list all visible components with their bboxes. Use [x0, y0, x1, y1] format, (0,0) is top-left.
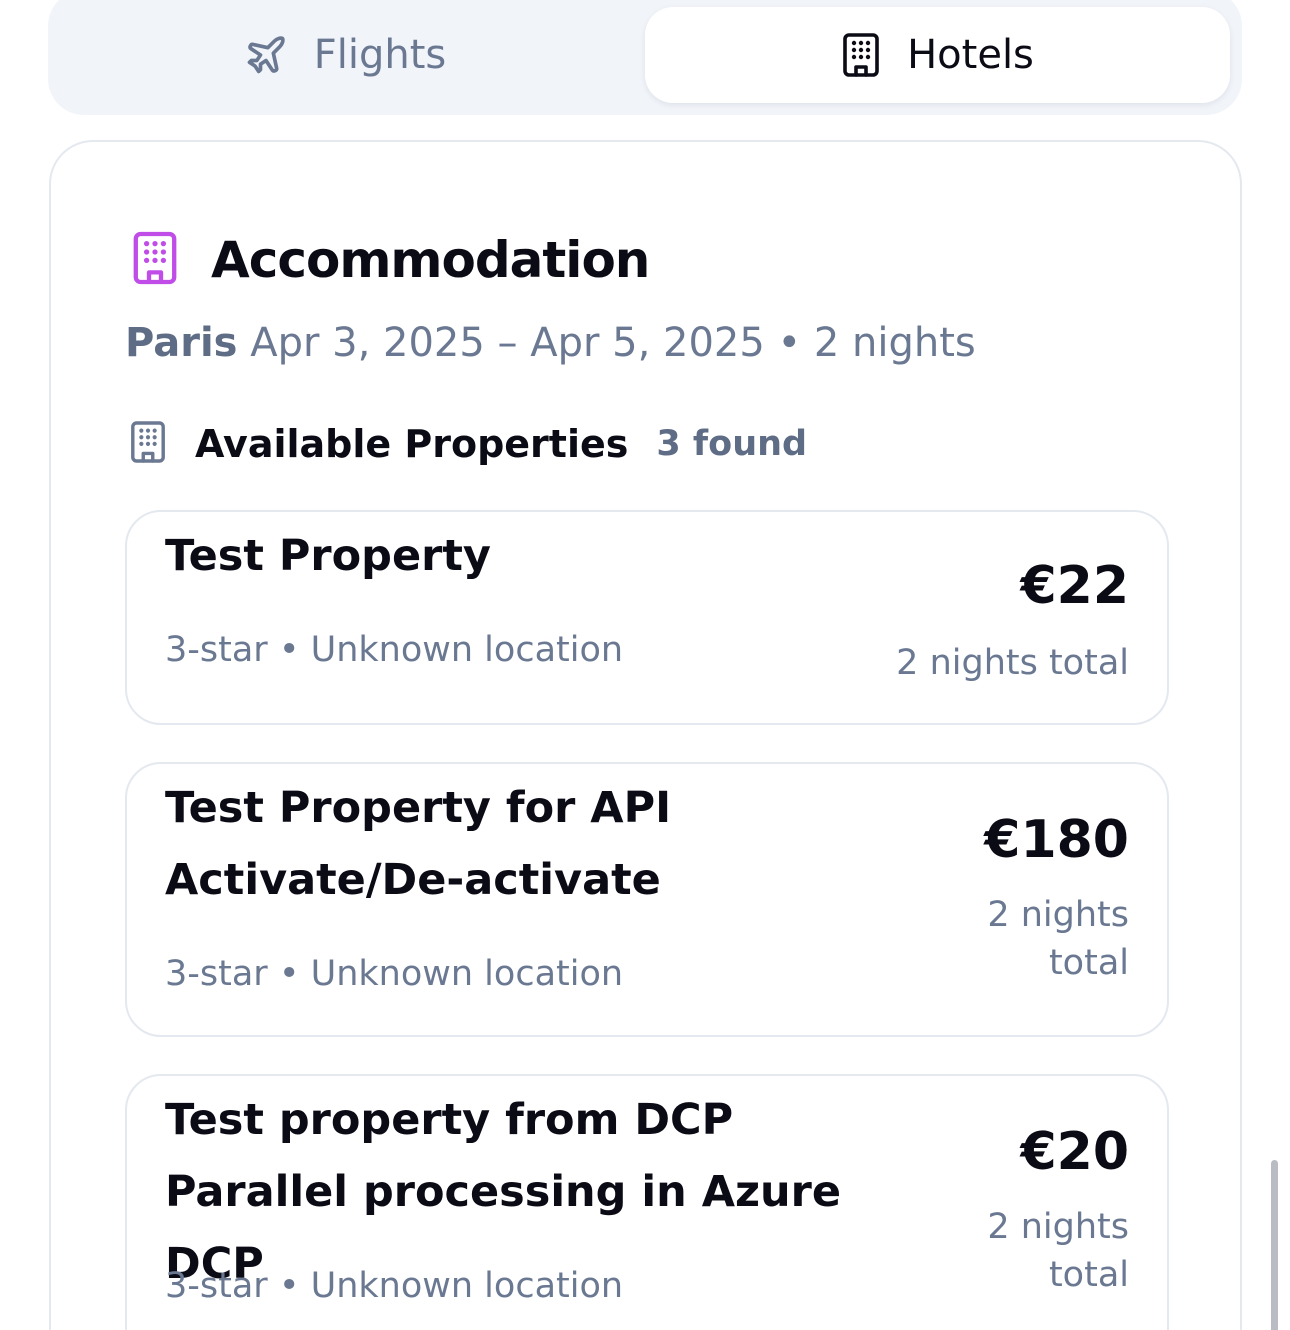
property-price: €22: [1020, 556, 1129, 616]
building-icon: [841, 32, 881, 78]
page: Flights Hotels Accommodation Paris Apr 3…: [0, 0, 1290, 1330]
accommodation-header: Accommodation: [131, 230, 650, 290]
accommodation-title: Accommodation: [211, 231, 650, 289]
travel-type-tabs: Flights Hotels: [48, 0, 1242, 115]
accommodation-card: Accommodation Paris Apr 3, 2025 – Apr 5,…: [49, 140, 1242, 1330]
property-price: €20: [1020, 1122, 1129, 1182]
property-card[interactable]: Test property from DCP Parallel processi…: [125, 1074, 1169, 1330]
properties-count: 3 found: [656, 424, 808, 464]
property-total-label: 2 nights total: [987, 1207, 1129, 1295]
tab-flights[interactable]: Flights: [58, 7, 632, 103]
property-details: 3-star • Unknown location: [165, 954, 624, 994]
property-total-label: 2 nights total: [987, 895, 1129, 983]
tab-flights-label: Flights: [313, 32, 447, 78]
property-card[interactable]: Test Property for API Activate/De-activa…: [125, 762, 1169, 1037]
plane-icon: [244, 33, 288, 77]
property-card[interactable]: Test Property 3-star • Unknown location …: [125, 510, 1169, 725]
property-name: Test Property for API Activate/De-activa…: [165, 783, 672, 905]
tab-hotels-label: Hotels: [907, 32, 1034, 78]
property-price: €180: [984, 810, 1129, 870]
scrollbar[interactable]: [1271, 1160, 1278, 1330]
property-details: 3-star • Unknown location: [165, 630, 624, 670]
available-properties-title: Available Properties: [195, 422, 629, 466]
available-properties-header: Available Properties 3 found: [129, 420, 807, 468]
building-icon: [129, 420, 167, 468]
property-name: Test Property: [165, 531, 491, 581]
property-details: 3-star • Unknown location: [165, 1266, 624, 1306]
trip-city: Paris: [125, 320, 238, 366]
trip-dates: Apr 3, 2025 – Apr 5, 2025 • 2 nights: [250, 320, 976, 366]
tab-hotels[interactable]: Hotels: [645, 7, 1230, 103]
property-total-label: 2 nights total: [896, 643, 1129, 683]
building-icon: [131, 230, 179, 290]
trip-summary: Paris Apr 3, 2025 – Apr 5, 2025 • 2 nigh…: [125, 320, 976, 366]
